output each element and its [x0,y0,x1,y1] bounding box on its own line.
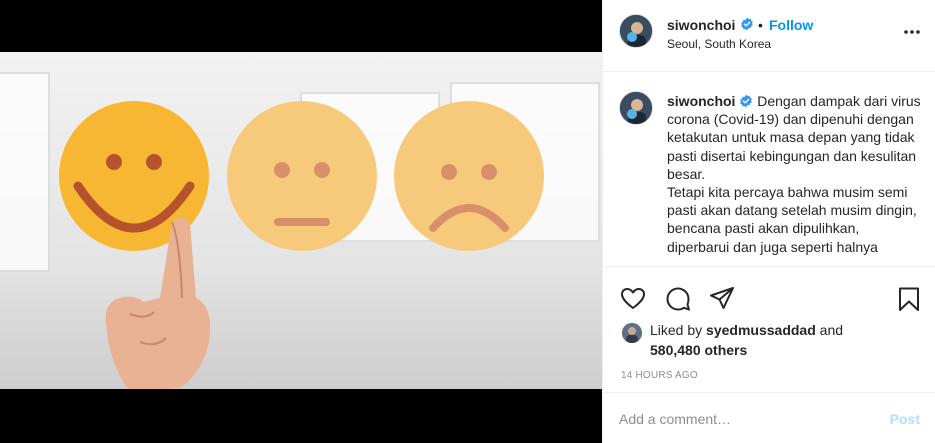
comment-bubble-icon[interactable] [665,286,691,312]
post-timestamp[interactable]: 14 hours ago [621,370,698,381]
post-comment-button[interactable]: Post [890,411,920,427]
avatar[interactable] [619,91,653,125]
window-decoration [0,72,50,272]
paper-plane-icon[interactable] [709,286,735,312]
sad-face-icon [394,101,544,251]
liked-by-text: Liked by syedmussaddad and [650,322,843,338]
bookmark-icon[interactable] [896,286,922,312]
liked-by-user-link[interactable]: syedmussaddad [706,322,816,338]
liked-by-prefix: Liked by [650,322,703,338]
post-media[interactable] [0,0,602,443]
verified-badge-icon [741,17,753,31]
neutral-face-icon [227,101,377,251]
post-header: siwonchoi • Follow Seoul, South Korea [603,0,935,72]
post-image [0,52,602,389]
separator-dot: • [758,17,763,33]
others-count-link[interactable]: 580,480 others [650,342,747,358]
follow-button[interactable]: Follow [769,17,813,33]
more-options-icon[interactable] [902,22,922,42]
caption-text: siwonchoi Dengan dampak dari virus coron… [667,92,925,256]
comment-input[interactable] [619,409,869,429]
heart-icon[interactable] [620,286,646,312]
avatar[interactable] [619,14,653,48]
caption-username[interactable]: siwonchoi [667,93,735,109]
liker-avatar[interactable] [622,323,642,343]
verified-badge-icon [740,94,753,108]
location-link[interactable]: Seoul, South Korea [667,37,771,51]
post-side-panel: siwonchoi • Follow Seoul, South Korea si… [602,0,935,443]
floor-decoration [0,269,602,389]
caption-section: siwonchoi Dengan dampak dari virus coron… [603,73,935,267]
username-link[interactable]: siwonchoi [667,17,735,33]
likes-section: Liked by syedmussaddad and 580,480 other… [603,318,935,368]
caption-content: Dengan dampak dari virus corona (Covid-1… [667,93,921,255]
liked-by-and: and [819,322,844,338]
action-bar [603,282,935,316]
comment-form: Post [603,392,935,443]
pointing-hand-icon [105,217,211,389]
